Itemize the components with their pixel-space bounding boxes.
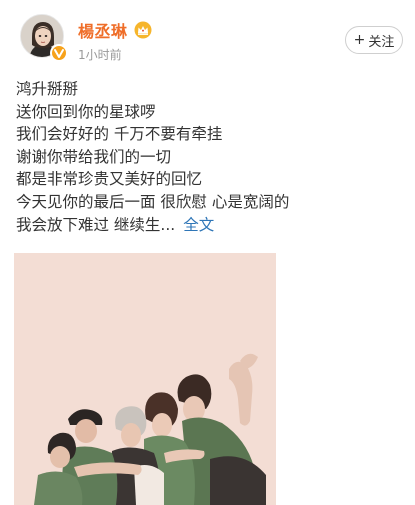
follow-button[interactable]: + 关注 [345,26,403,54]
author-avatar[interactable] [20,14,68,62]
plus-icon: + [353,32,366,48]
post-line-text: 我会放下难过 继续生... [16,215,176,234]
expand-full-text-link[interactable]: 全文 [183,216,214,234]
post-line: 谢谢你带给我们的一切 [16,147,172,166]
post-line: 我们会好好的 千万不要有牵挂 [16,125,223,144]
post-line-last: 我会放下难过 继续生... 全文 [16,214,406,237]
follow-label: 关注 [368,34,395,50]
crown-icon [134,21,152,39]
post-line: 送你回到你的星球啰 [16,102,156,121]
author-name[interactable]: 楊丞琳 [78,18,128,42]
post-timestamp: 1小时前 [78,48,122,62]
post-line: 都是非常珍贵又美好的回忆 [16,170,203,189]
post-body: 鸿升掰掰 送你回到你的星球啰 我们会好好的 千万不要有牵挂 谢谢你带给我们的一切… [16,78,406,236]
post-line: 今天见你的最后一面 很欣慰 心是宽阔的 [16,192,290,211]
friends-illustration [14,253,276,505]
post-line: 鸿升掰掰 [16,80,79,98]
verified-badge-icon [50,44,68,62]
post-image[interactable] [14,253,276,505]
author-row: 楊丞琳 [78,19,152,41]
post-header: 楊丞琳 1小时前 + 关注 [0,0,415,70]
